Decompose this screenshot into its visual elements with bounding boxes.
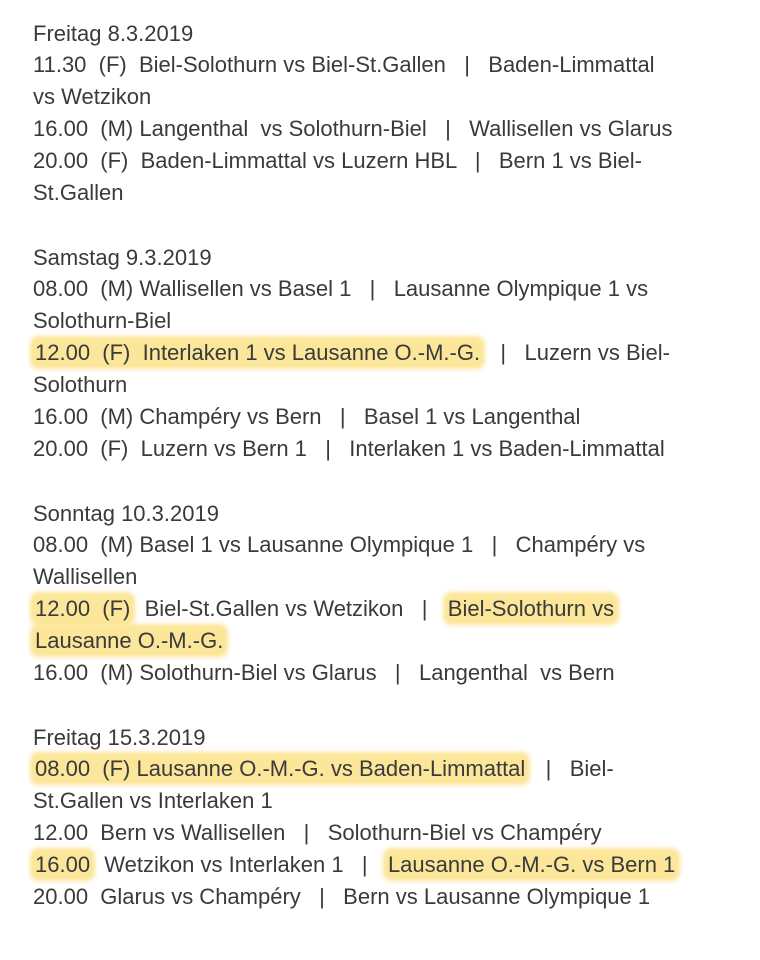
schedule-line: 16.00 (M) Solothurn-Biel vs Glarus | Lan… bbox=[33, 657, 736, 689]
day-section: Freitag 15.3.2019 08.00 (F) Lausanne O.-M… bbox=[33, 722, 736, 913]
schedule-line: 11.30 (F) Biel-Solothurn vs Biel-St.Gall… bbox=[33, 49, 736, 81]
schedule-line: 12.00 Bern vs Wallisellen | Solothurn-Bi… bbox=[33, 817, 736, 849]
schedule-document: Freitag 8.3.2019 11.30 (F) Biel-Solothurn… bbox=[0, 0, 760, 960]
schedule-line: 08.00 (M) Wallisellen vs Basel 1 | Lausa… bbox=[33, 273, 736, 305]
schedule-line: St.Gallen bbox=[33, 177, 736, 209]
schedule-line: 16.00 (M) Champéry vs Bern | Basel 1 vs … bbox=[33, 401, 736, 433]
schedule-text: St.Gallen vs Interlaken 1 bbox=[33, 788, 273, 813]
schedule-text: 20.00 (F) Baden-Limmattal vs Luzern HBL … bbox=[33, 148, 642, 173]
schedule-text: 16.00 (M) Langenthal vs Solothurn-Biel |… bbox=[33, 116, 673, 141]
day-title: Samstag 9.3.2019 bbox=[33, 245, 212, 270]
highlighted-text: 12.00 (F) Interlaken 1 vs Lausanne O.-M.… bbox=[33, 339, 483, 366]
schedule-text: Wetzikon vs Interlaken 1 | bbox=[92, 852, 386, 877]
schedule-line: 20.00 (F) Luzern vs Bern 1 | Interlaken … bbox=[33, 433, 736, 465]
schedule-text: 11.30 (F) Biel-Solothurn vs Biel-St.Gall… bbox=[33, 52, 655, 77]
schedule-line: 16.00 (M) Langenthal vs Solothurn-Biel |… bbox=[33, 113, 736, 145]
schedule-text: Solothurn bbox=[33, 372, 128, 397]
schedule-text: vs Wetzikon bbox=[33, 84, 152, 109]
schedule-text: 16.00 (M) Champéry vs Bern | Basel 1 vs … bbox=[33, 404, 581, 429]
highlighted-text: 16.00 bbox=[33, 851, 93, 878]
day-title: Freitag 8.3.2019 bbox=[33, 21, 194, 46]
schedule-line: Solothurn bbox=[33, 369, 736, 401]
schedule-text: 20.00 (F) Luzern vs Bern 1 | Interlaken … bbox=[33, 436, 665, 461]
schedule-line: 20.00 Glarus vs Champéry | Bern vs Lausa… bbox=[33, 881, 736, 913]
schedule-line: 08.00 (F) Lausanne O.-M.-G. vs Baden-Lim… bbox=[33, 753, 736, 785]
schedule-text: | Luzern vs Biel- bbox=[482, 340, 670, 365]
schedule-line: St.Gallen vs Interlaken 1 bbox=[33, 785, 736, 817]
schedule-line: 12.00 (F) Biel-St.Gallen vs Wetzikon | B… bbox=[33, 593, 736, 625]
schedule-text: Biel-St.Gallen vs Wetzikon | bbox=[132, 596, 446, 621]
schedule-text: 12.00 Bern vs Wallisellen | Solothurn-Bi… bbox=[33, 820, 602, 845]
highlighted-text: Lausanne O.-M.-G. bbox=[33, 627, 226, 654]
schedule-line: 16.00 Wetzikon vs Interlaken 1 | Lausann… bbox=[33, 849, 736, 881]
day-section: Sonntag 10.3.2019 08.00 (M) Basel 1 vs La… bbox=[33, 498, 736, 689]
schedule-text: 08.00 (M) Basel 1 vs Lausanne Olympique … bbox=[33, 532, 646, 557]
highlighted-text: Biel-Solothurn vs bbox=[445, 595, 617, 622]
schedule-line: 12.00 (F) Interlaken 1 vs Lausanne O.-M.… bbox=[33, 337, 736, 369]
schedule-line: vs Wetzikon bbox=[33, 81, 736, 113]
schedule-text: St.Gallen bbox=[33, 180, 124, 205]
schedule-line: Lausanne O.-M.-G. bbox=[33, 625, 736, 657]
day-title: Sonntag 10.3.2019 bbox=[33, 501, 219, 526]
schedule-text: | Biel- bbox=[527, 756, 614, 781]
schedule-line: 08.00 (M) Basel 1 vs Lausanne Olympique … bbox=[33, 529, 736, 561]
highlighted-text: 12.00 (F) bbox=[33, 595, 133, 622]
schedule-text: 16.00 (M) Solothurn-Biel vs Glarus | Lan… bbox=[33, 660, 615, 685]
highlighted-text: 08.00 (F) Lausanne O.-M.-G. vs Baden-Lim… bbox=[33, 755, 528, 782]
schedule-text: 20.00 Glarus vs Champéry | Bern vs Lausa… bbox=[33, 884, 651, 909]
day-section: Freitag 8.3.2019 11.30 (F) Biel-Solothurn… bbox=[33, 18, 736, 209]
schedule-line: 20.00 (F) Baden-Limmattal vs Luzern HBL … bbox=[33, 145, 736, 177]
schedule-text: Solothurn-Biel bbox=[33, 308, 172, 333]
day-title: Freitag 15.3.2019 bbox=[33, 725, 206, 750]
highlighted-text: Lausanne O.-M.-G. vs Bern 1 bbox=[385, 851, 678, 878]
schedule-line: Solothurn-Biel bbox=[33, 305, 736, 337]
schedule-text: Wallisellen bbox=[33, 564, 138, 589]
day-section: Samstag 9.3.2019 08.00 (M) Wallisellen vs… bbox=[33, 242, 736, 465]
schedule-line: Wallisellen bbox=[33, 561, 736, 593]
schedule-text: 08.00 (M) Wallisellen vs Basel 1 | Lausa… bbox=[33, 276, 649, 301]
